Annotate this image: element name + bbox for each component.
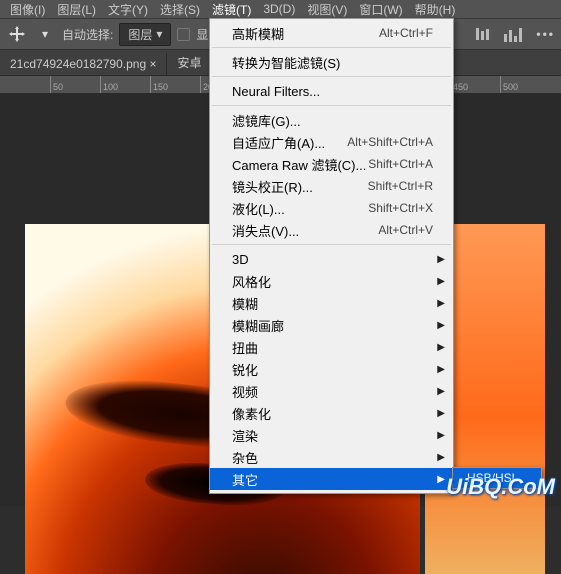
menu-item[interactable]: 模糊画廊 ▶ — [210, 314, 453, 336]
submenu-arrow-icon: ▶ — [437, 408, 445, 419]
ruler-tick: 200 — [200, 76, 201, 94]
more-icon[interactable]: ••• — [536, 27, 555, 41]
menu-item[interactable]: 其它 ▶ — [210, 468, 453, 490]
submenu-arrow-icon: ▶ — [437, 452, 445, 463]
menu-item[interactable]: 消失点(V)...Alt+Ctrl+V — [210, 219, 453, 241]
menu-item[interactable]: Camera Raw 滤镜(C)...Shift+Ctrl+A — [210, 153, 453, 175]
menu-item-shortcut: Alt+Ctrl+V — [378, 223, 433, 237]
submenu-item[interactable]: HSB/HSL — [453, 468, 541, 488]
menu-item[interactable]: 高斯模糊Alt+Ctrl+F — [210, 22, 453, 44]
menu-item-label: 视频 — [232, 382, 433, 401]
menu-item-label: Camera Raw 滤镜(C)... — [232, 155, 368, 174]
layer-select-value: 图层 — [128, 26, 152, 43]
menu-6[interactable]: 视图(V) — [301, 1, 353, 18]
submenu-arrow-icon: ▶ — [437, 276, 445, 287]
menu-item[interactable]: Neural Filters... — [210, 80, 453, 102]
menu-item-shortcut: Shift+Ctrl+X — [368, 201, 433, 215]
menu-item-label: 3D — [232, 252, 433, 267]
menu-item-label: 杂色 — [232, 448, 433, 467]
filter-submenu-other: HSB/HSL — [452, 467, 542, 489]
menu-separator — [212, 76, 451, 77]
autoselect-label: 自动选择: — [62, 26, 113, 43]
menu-item[interactable]: 模糊 ▶ — [210, 292, 453, 314]
menu-item-label: 渲染 — [232, 426, 433, 445]
ruler-tick: 50 — [50, 76, 51, 94]
document-tab[interactable]: 21cd74924e0182790.png × — [0, 53, 167, 75]
menu-item[interactable]: 镜头校正(R)...Shift+Ctrl+R — [210, 175, 453, 197]
ruler-tick: 500 — [500, 76, 501, 94]
menu-item-label: 消失点(V)... — [232, 221, 378, 240]
submenu-arrow-icon: ▶ — [437, 364, 445, 375]
menu-separator — [212, 105, 451, 106]
move-tool-icon[interactable] — [6, 23, 28, 45]
menu-separator — [212, 244, 451, 245]
menu-item[interactable]: 液化(L)...Shift+Ctrl+X — [210, 197, 453, 219]
submenu-arrow-icon: ▶ — [437, 342, 445, 353]
menu-item-label: 扭曲 — [232, 338, 433, 357]
align-icon[interactable] — [472, 23, 494, 45]
menu-4[interactable]: 滤镜(T) — [206, 1, 257, 18]
ruler-tick: 150 — [150, 76, 151, 94]
menu-item-shortcut: Shift+Ctrl+R — [368, 179, 433, 193]
document-tab[interactable]: 安卓 — [167, 50, 212, 75]
app-menubar: 图像(I)图层(L)文字(Y)选择(S)滤镜(T)3D(D)视图(V)窗口(W)… — [0, 0, 561, 18]
dropdown-caret-icon[interactable]: ▾ — [34, 23, 56, 45]
menu-item[interactable]: 渲染 ▶ — [210, 424, 453, 446]
menu-item-label: 自适应广角(A)... — [232, 133, 347, 152]
menu-8[interactable]: 帮助(H) — [409, 1, 462, 18]
menu-item-label: 模糊画廊 — [232, 316, 433, 335]
submenu-arrow-icon: ▶ — [437, 386, 445, 397]
submenu-arrow-icon: ▶ — [437, 298, 445, 309]
menu-item-label: 其它 — [232, 470, 433, 489]
menu-item-shortcut: Alt+Shift+Ctrl+A — [347, 135, 433, 149]
menu-item-label: 模糊 — [232, 294, 433, 313]
menu-item[interactable]: 像素化 ▶ — [210, 402, 453, 424]
menu-item-label: 镜头校正(R)... — [232, 177, 368, 196]
menu-item-shortcut: Shift+Ctrl+A — [368, 157, 433, 171]
submenu-arrow-icon: ▶ — [437, 254, 445, 265]
menu-item[interactable]: 扭曲 ▶ — [210, 336, 453, 358]
menu-item-label: 风格化 — [232, 272, 433, 291]
menu-3[interactable]: 选择(S) — [154, 1, 206, 18]
menu-item[interactable]: 转换为智能滤镜(S) — [210, 51, 453, 73]
menu-item[interactable]: 风格化 ▶ — [210, 270, 453, 292]
menu-item-label: 转换为智能滤镜(S) — [232, 53, 433, 72]
menu-item-label: 像素化 — [232, 404, 433, 423]
menu-item[interactable]: 滤镜库(G)... — [210, 109, 453, 131]
menu-item-label: 滤镜库(G)... — [232, 111, 433, 130]
menu-item-label: 高斯模糊 — [232, 24, 379, 43]
filter-menu: 高斯模糊Alt+Ctrl+F 转换为智能滤镜(S) Neural Filters..… — [209, 18, 454, 494]
menu-item[interactable]: 自适应广角(A)...Alt+Shift+Ctrl+A — [210, 131, 453, 153]
bars-icon[interactable] — [504, 23, 526, 45]
menu-0[interactable]: 图像(I) — [4, 1, 51, 18]
menu-item-label: Neural Filters... — [232, 84, 433, 99]
menu-item[interactable]: 杂色 ▶ — [210, 446, 453, 468]
menu-item-label: 液化(L)... — [232, 199, 368, 218]
menu-item-shortcut: Alt+Ctrl+F — [379, 26, 433, 40]
menu-separator — [212, 47, 451, 48]
menu-2[interactable]: 文字(Y) — [102, 1, 154, 18]
show-transform-checkbox[interactable] — [177, 28, 190, 41]
menu-7[interactable]: 窗口(W) — [353, 1, 408, 18]
menu-item[interactable]: 锐化 ▶ — [210, 358, 453, 380]
chevron-down-icon: ▾ — [156, 27, 162, 41]
ruler-tick: 100 — [100, 76, 101, 94]
submenu-arrow-icon: ▶ — [437, 320, 445, 331]
menu-item[interactable]: 视频 ▶ — [210, 380, 453, 402]
submenu-arrow-icon: ▶ — [437, 430, 445, 441]
menu-item[interactable]: 3D ▶ — [210, 248, 453, 270]
menu-item-label: 锐化 — [232, 360, 433, 379]
submenu-arrow-icon: ▶ — [437, 474, 445, 485]
layer-select[interactable]: 图层 ▾ — [119, 23, 171, 46]
menu-5[interactable]: 3D(D) — [257, 2, 301, 16]
menu-1[interactable]: 图层(L) — [51, 1, 102, 18]
